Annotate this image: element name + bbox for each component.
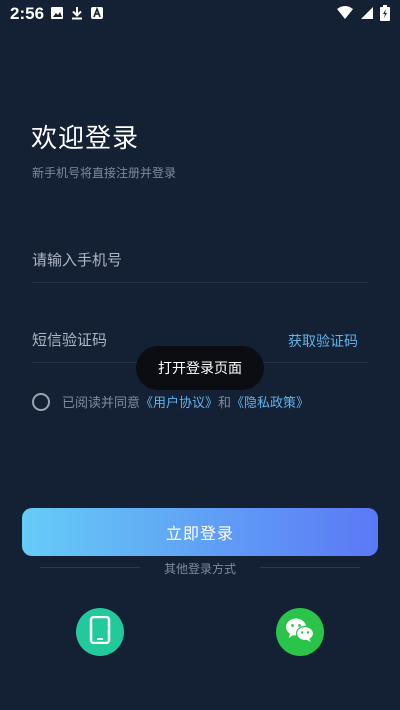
phone-login-button[interactable] <box>76 608 124 656</box>
agreement-text: 已阅读并同意 <box>62 396 141 411</box>
privacy-policy-link[interactable]: 《隐私政策》 <box>231 392 309 411</box>
gallery-icon <box>50 6 64 20</box>
wifi-icon <box>336 6 354 20</box>
other-login-methods-label: 其他登录方式 <box>40 560 360 576</box>
status-right-icons <box>336 5 390 21</box>
download-icon <box>70 6 84 20</box>
page-subtitle: 新手机号将直接注册并登录 <box>32 166 177 180</box>
signal-icon <box>360 6 374 20</box>
wechat-icon <box>285 617 315 647</box>
toast-message: 打开登录页面 <box>136 346 264 390</box>
app-notification-icon <box>90 6 104 20</box>
get-code-button[interactable]: 获取验证码 <box>288 331 358 351</box>
agreement-checkbox[interactable] <box>32 392 50 411</box>
phone-row <box>32 242 368 283</box>
wechat-login-button[interactable] <box>276 608 324 656</box>
agreement-row: 已阅读并同意 《用户协议》 和 《隐私政策》 <box>32 392 309 411</box>
login-button[interactable]: 立即登录 <box>22 508 378 556</box>
status-left-icons <box>50 6 104 20</box>
phone-input[interactable] <box>32 242 252 278</box>
status-time: 2:56 <box>10 4 45 23</box>
page-title: 欢迎登录 <box>31 124 140 154</box>
agreement-and-text: 和 <box>218 396 232 411</box>
mobile-phone-icon <box>89 615 111 648</box>
status-bar: 2:56 <box>0 0 400 28</box>
battery-icon <box>380 5 390 21</box>
user-agreement-link[interactable]: 《用户协议》 <box>140 392 218 411</box>
